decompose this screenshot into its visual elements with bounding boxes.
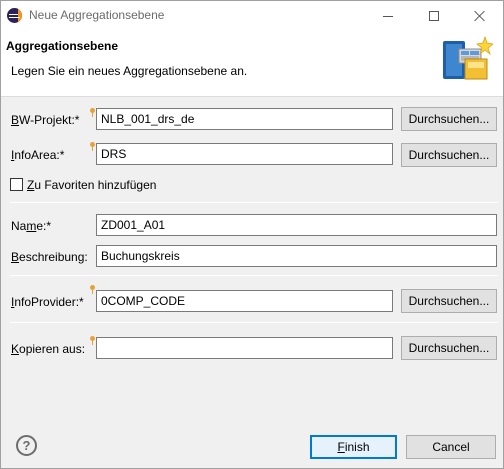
help-icon: ?: [22, 438, 31, 453]
infoarea-field[interactable]: DRS: [96, 143, 393, 165]
name-field[interactable]: ZD001_A01: [96, 214, 497, 236]
close-button[interactable]: [457, 1, 503, 31]
page-description: Legen Sie ein neues Aggregationsebene an…: [11, 64, 248, 78]
copy-from-field[interactable]: [96, 337, 393, 359]
name-label: Name:*: [11, 219, 52, 233]
finish-button[interactable]: Finish: [310, 435, 397, 459]
copy-from-browse-button[interactable]: Durchsuchen...: [401, 336, 497, 360]
add-to-favorites-checkbox[interactable]: [10, 178, 23, 191]
infoprovider-field[interactable]: 0COMP_CODE: [96, 290, 393, 312]
copy-from-label: Kopieren aus:: [11, 342, 86, 356]
maximize-icon: [429, 11, 439, 21]
bw-project-browse-button[interactable]: Durchsuchen...: [401, 107, 497, 131]
separator: [10, 202, 498, 203]
dialog-window: Neue Aggregationsebene Aggregationsebene…: [0, 0, 504, 469]
close-icon: [474, 10, 486, 22]
bw-project-field[interactable]: NLB_001_drs_de: [96, 108, 393, 130]
minimize-button[interactable]: [365, 1, 411, 31]
maximize-button[interactable]: [411, 1, 457, 31]
infoprovider-browse-button[interactable]: Durchsuchen...: [401, 289, 497, 313]
minimize-icon: [383, 15, 393, 17]
add-to-favorites-label[interactable]: Zu Favoriten hinzufügen: [27, 178, 156, 192]
infoarea-browse-button[interactable]: Durchsuchen...: [401, 143, 497, 167]
separator: [10, 322, 498, 323]
description-label: Beschreibung:: [11, 250, 88, 264]
help-button[interactable]: ?: [16, 435, 37, 456]
infoarea-label: InfoArea:*: [11, 148, 65, 162]
window-title: Neue Aggregationsebene: [29, 8, 165, 22]
wizard-header: Aggregationsebene Legen Sie ein neues Ag…: [1, 31, 503, 97]
cancel-button[interactable]: Cancel: [406, 435, 496, 459]
title-bar: Neue Aggregationsebene: [1, 1, 503, 31]
bw-project-label: BW-Projekt:*: [11, 113, 80, 127]
separator: [10, 275, 498, 276]
aggregation-level-wizard-icon: [443, 35, 493, 80]
page-title: Aggregationsebene: [6, 39, 119, 53]
eclipse-app-icon: [7, 8, 22, 23]
description-field[interactable]: Buchungskreis: [96, 245, 497, 267]
infoprovider-label: InfoProvider:*: [11, 295, 84, 309]
